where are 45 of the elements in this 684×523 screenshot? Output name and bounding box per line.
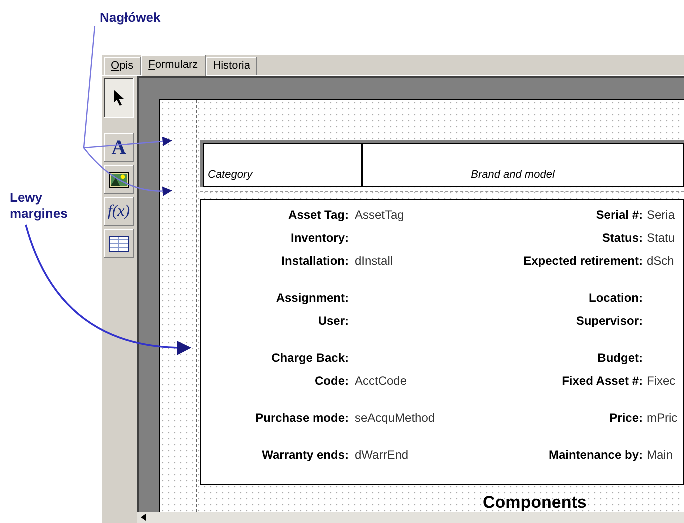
field-value: Statu [647,231,676,245]
field-label: Fixed Asset #: [562,374,643,388]
annotation-label: Lewy margines [10,190,69,222]
field-label: Supervisor: [576,314,643,328]
pointer-icon [113,89,125,107]
annotation-label: Nagłówek [100,10,161,26]
table-icon [109,236,129,252]
field-label: Code: [315,374,349,388]
field-label: Serial #: [596,208,643,222]
tab[interactable]: Historia [206,57,258,75]
field-label: Charge Back: [272,351,349,365]
section-title: Components [483,494,587,511]
field-label: Price: [610,411,643,425]
tab[interactable]: Formularz [140,55,206,76]
field-label: Assignment: [276,291,349,305]
tool-button[interactable] [104,78,134,118]
field-label: Warranty ends: [262,448,349,462]
header-caption: Category [208,168,253,182]
field-value: mPric [647,411,678,425]
field-value: Main [647,448,674,462]
field-label: Purchase mode: [256,411,349,425]
picture-icon [109,172,129,188]
tool-button[interactable]: A [104,133,134,162]
field-label: Expected retirement: [524,254,643,268]
field-label: Maintenance by: [548,448,643,462]
field-label: Installation: [282,254,349,268]
field-value: dSch [647,254,674,268]
field-label: Inventory: [290,231,349,245]
field-value: seAcquMethod [355,411,436,425]
field-value: dInstall [355,254,394,268]
field-label: Location: [589,291,643,305]
field-value: AcctCode [355,374,408,388]
field-label: Status: [602,231,643,245]
field-label: User: [318,314,349,328]
field-label: Budget: [598,351,643,365]
tab[interactable]: Opis [104,57,141,75]
field-value: Fixec [647,374,676,388]
field-value: AssetTag [355,208,404,222]
scroll-left-icon[interactable] [141,514,146,521]
header-caption: Brand and model [471,168,555,182]
field-label: Asset Tag: [288,208,349,222]
tool-button[interactable]: f(x) [104,197,134,226]
field-value: dWarrEnd [355,448,409,462]
field-value: Seria [647,208,676,222]
horizontal-scrollbar[interactable] [137,512,684,523]
